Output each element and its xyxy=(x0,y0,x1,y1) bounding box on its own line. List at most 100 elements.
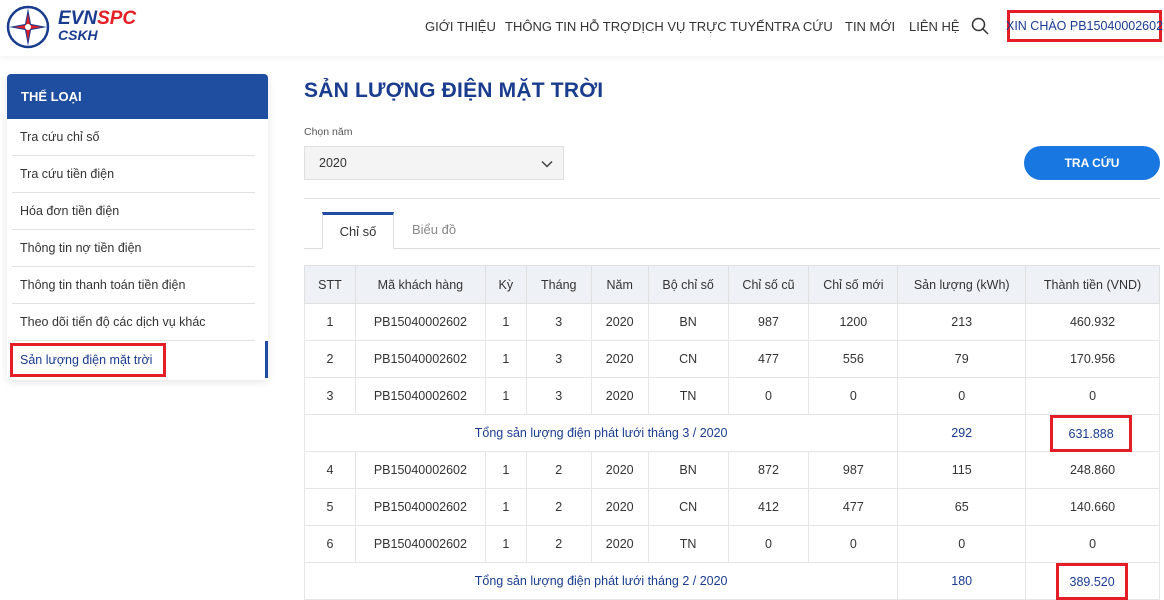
table-cell: 477 xyxy=(808,488,899,526)
total-amount: 631.888 xyxy=(1050,415,1133,452)
sidebar-item-label: Thông tin nợ tiền điện xyxy=(20,241,142,255)
table-cell: 987 xyxy=(727,303,810,341)
logo-text: EVNSPC CSKH xyxy=(58,8,137,43)
total-row: Tổng sản lượng điện phát lưới tháng 3 / … xyxy=(303,414,1160,452)
nav-lien-he[interactable]: LIÊN HỆ xyxy=(909,19,960,34)
search-button[interactable]: TRA CỨU xyxy=(1024,146,1160,180)
table-row: 2 PB15040002602 1 3 2020 CN 477 556 79 170.956 xyxy=(304,340,1160,378)
sidebar-item-label: Hóa đơn tiền điện xyxy=(20,204,120,218)
table-cell: CN xyxy=(647,340,729,378)
sidebar-item-hoa-don[interactable]: Hóa đơn tiền điện xyxy=(12,193,255,230)
sidebar: THỂ LOẠI Tra cứu chỉ số Tra cứu tiền điệ… xyxy=(7,74,268,380)
table-cell: 2 xyxy=(304,340,356,378)
sidebar-item-san-luong-mat-troi[interactable]: Sản lượng điện mặt trời xyxy=(10,341,268,378)
table-cell: 1 xyxy=(304,303,356,341)
column-header: Chỉ số mới xyxy=(808,265,899,304)
table-cell: 2020 xyxy=(590,303,649,341)
nav-thong-tin-ho-tro[interactable]: THÔNG TIN HỖ TRỢ xyxy=(505,19,631,34)
sidebar-item-tra-cuu-chi-so[interactable]: Tra cứu chỉ số xyxy=(12,119,255,156)
user-greeting[interactable]: XIN CHÀO PB15040002602 xyxy=(1006,10,1163,42)
tab-bieu-do[interactable]: Biểu đồ xyxy=(400,212,468,247)
table-cell: TN xyxy=(647,377,729,415)
column-header: Kỳ xyxy=(484,265,527,304)
table-cell: 0 xyxy=(727,525,810,563)
nav-gioi-thieu[interactable]: GIỚI THIỆU xyxy=(425,19,496,34)
column-header: Sản lượng (kWh) xyxy=(897,265,1027,304)
year-select-value: 2020 xyxy=(319,156,347,170)
table-cell: 987 xyxy=(808,451,899,489)
table-cell: 1200 xyxy=(808,303,899,341)
year-label: Chọn năm xyxy=(304,126,353,138)
table-cell: 2 xyxy=(525,451,592,489)
table-cell: PB15040002602 xyxy=(354,340,486,378)
table-cell: 2020 xyxy=(590,488,649,526)
column-header: Mã khách hàng xyxy=(354,265,486,304)
table-cell: 5 xyxy=(304,488,356,526)
sidebar-item-tra-cuu-tien-dien[interactable]: Tra cứu tiền điện xyxy=(12,156,255,193)
table-cell: 0 xyxy=(808,525,899,563)
table-cell: 1 xyxy=(484,488,527,526)
nav-tin-moi[interactable]: TIN MỚI xyxy=(845,19,895,34)
table-cell: PB15040002602 xyxy=(354,525,486,563)
table-row: 1 PB15040002602 1 3 2020 BN 987 1200 213 460.932 xyxy=(304,303,1160,341)
total-label: Tổng sản lượng điện phát lưới tháng 3 / … xyxy=(303,414,899,452)
chevron-down-icon xyxy=(541,160,553,168)
total-amount: 389.520 xyxy=(1056,563,1129,600)
table-cell: PB15040002602 xyxy=(354,488,486,526)
table-cell: 1 xyxy=(484,525,527,563)
column-header: Bộ chỉ số xyxy=(647,265,729,304)
year-select[interactable]: 2020 xyxy=(304,146,564,180)
table-cell: 3 xyxy=(304,377,356,415)
table-cell: 0 xyxy=(808,377,899,415)
logo[interactable]: EVNSPC CSKH xyxy=(6,5,136,49)
table-cell: 4 xyxy=(304,451,356,489)
table-cell: PB15040002602 xyxy=(354,377,486,415)
sidebar-item-label: Tra cứu tiền điện xyxy=(20,167,115,181)
divider xyxy=(304,198,1160,199)
table-cell: 6 xyxy=(304,525,356,563)
sidebar-item-thong-tin-no[interactable]: Thông tin nợ tiền điện xyxy=(12,230,255,267)
total-label: Tổng sản lượng điện phát lưới tháng 2 / … xyxy=(303,562,899,600)
column-header: Thành tiền (VND) xyxy=(1025,265,1160,304)
sidebar-item-label: Thông tin thanh toán tiền điện xyxy=(20,278,186,292)
table-cell: 0 xyxy=(1025,525,1160,563)
table-cell: 1 xyxy=(484,377,527,415)
table-cell: BN xyxy=(647,303,729,341)
table-cell: 3 xyxy=(525,377,592,415)
nav-dich-vu-truc-tuyen[interactable]: DỊCH VỤ TRỰC TUYẾN xyxy=(632,19,774,34)
search-icon[interactable] xyxy=(971,17,989,35)
table-cell: 0 xyxy=(727,377,810,415)
table-cell: 3 xyxy=(525,303,592,341)
table-cell: CN xyxy=(647,488,729,526)
table-cell: PB15040002602 xyxy=(354,303,486,341)
table-cell: 140.660 xyxy=(1025,488,1160,526)
sidebar-item-label: Theo dõi tiến độ các dịch vụ khác xyxy=(20,315,206,329)
table-row: 3 PB15040002602 1 3 2020 TN 0 0 0 0 xyxy=(304,377,1160,415)
table-row: 4 PB15040002602 1 2 2020 BN 872 987 115 248.860 xyxy=(304,451,1160,489)
table-cell: 79 xyxy=(897,340,1027,378)
sidebar-item-thanh-toan[interactable]: Thông tin thanh toán tiền điện xyxy=(12,267,255,304)
evn-logo-icon xyxy=(6,5,50,49)
table-cell: 412 xyxy=(727,488,810,526)
table-cell: 2020 xyxy=(590,377,649,415)
table-cell: 115 xyxy=(897,451,1027,489)
table-cell: 477 xyxy=(727,340,810,378)
total-kwh: 180 xyxy=(897,562,1027,600)
table-cell: 0 xyxy=(897,525,1027,563)
table-cell: 872 xyxy=(727,451,810,489)
table-cell: 2020 xyxy=(590,525,649,563)
table-cell: TN xyxy=(647,525,729,563)
table-header-row: STT Mã khách hàng Kỳ Tháng Năm Bộ chỉ số… xyxy=(304,265,1160,304)
column-header: STT xyxy=(304,265,356,304)
column-header: Chỉ số cũ xyxy=(727,265,810,304)
total-row: Tổng sản lượng điện phát lưới tháng 2 / … xyxy=(303,562,1160,600)
top-header: EVNSPC CSKH GIỚI THIỆU THÔNG TIN HỖ TRỢ … xyxy=(0,0,1164,56)
table-row: 6 PB15040002602 1 2 2020 TN 0 0 0 0 xyxy=(304,525,1160,563)
sidebar-title: THỂ LOẠI xyxy=(7,74,268,119)
nav-tra-cuu[interactable]: TRA CỨU xyxy=(774,19,833,34)
table-row: 5 PB15040002602 1 2 2020 CN 412 477 65 140.660 xyxy=(304,488,1160,526)
table-cell: 1 xyxy=(484,303,527,341)
table-cell: 460.932 xyxy=(1025,303,1160,341)
sidebar-item-theo-doi-tien-do[interactable]: Theo dõi tiến độ các dịch vụ khác xyxy=(12,304,255,341)
tab-chi-so[interactable]: Chỉ số xyxy=(322,212,394,249)
